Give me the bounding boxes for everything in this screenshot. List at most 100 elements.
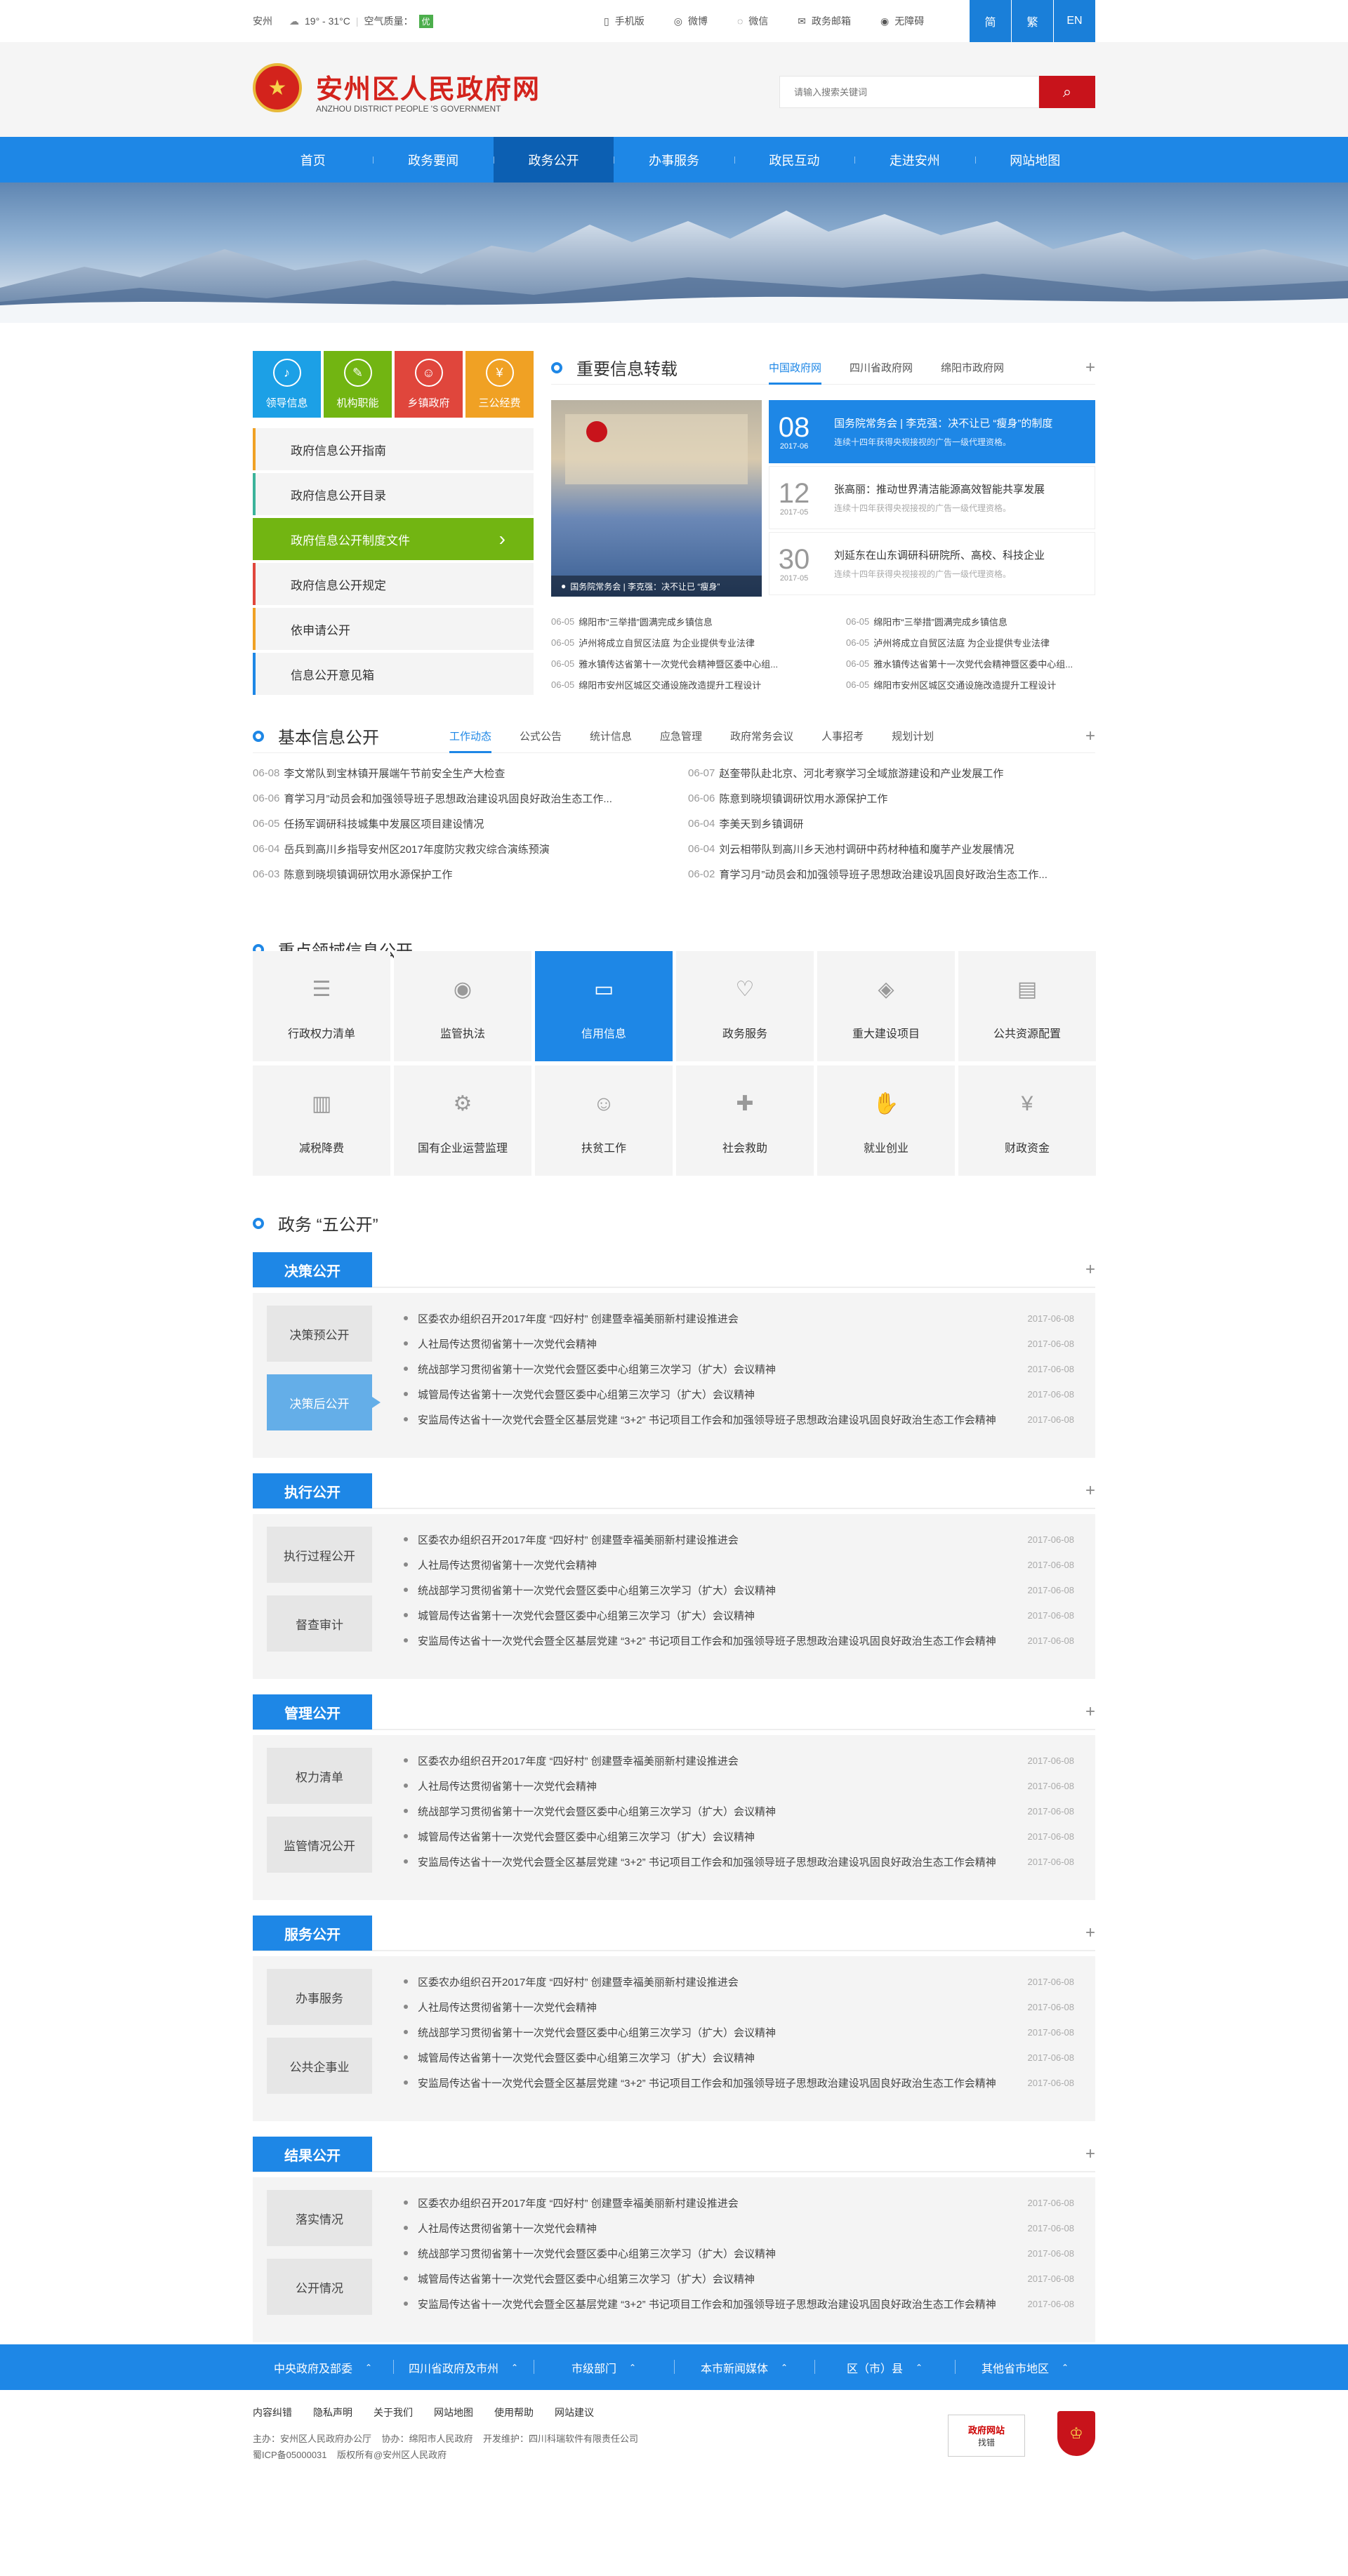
- gov-mail-link[interactable]: ✉ 政务邮箱: [798, 14, 851, 28]
- block-title[interactable]: 执行公开: [253, 1473, 372, 1508]
- news-item[interactable]: 06-07 赵奎带队赴北京、河北考察学习全域旅游建设和产业发展工作: [688, 760, 1095, 785]
- footer-nav-item-4[interactable]: 区（市）县 ⌃: [814, 2344, 955, 2390]
- block-sub-tab[interactable]: 决策预公开: [267, 1306, 372, 1362]
- key-domain-item-2[interactable]: ▭ 信用信息: [535, 951, 673, 1061]
- tab-basic-3[interactable]: 应急管理: [646, 719, 716, 753]
- gov-site-error-badge[interactable]: 政府网站 找错: [948, 2415, 1025, 2457]
- info-menu-item-4[interactable]: 依申请公开: [253, 608, 534, 650]
- list-item[interactable]: 统战部学习贯彻省第十一次党代会暨区委中心组第三次学习（扩大）会议精神 2017-0…: [404, 1577, 1074, 1602]
- icp-text[interactable]: 蜀ICP备05000031: [253, 2450, 327, 2460]
- block-sub-tab[interactable]: 公共企事业: [267, 2038, 372, 2094]
- news-photo[interactable]: ● 国务院常务会 | 李克强：决不让已 “瘦身”: [551, 400, 762, 597]
- news-item[interactable]: 06-05 绵阳市安州区城区交通设施改造提升工程设计: [551, 674, 846, 695]
- info-menu-item-5[interactable]: 信息公开意见箱: [253, 653, 534, 695]
- nav-item-1[interactable]: 政务要闻: [373, 137, 493, 182]
- nav-item-4[interactable]: 政民互动: [734, 137, 854, 182]
- news-item[interactable]: 06-05 雅水镇传达省第十一次党代会精神暨区委中心组...: [846, 653, 1095, 674]
- more-plus-icon[interactable]: +: [1085, 2144, 1095, 2164]
- key-domain-item-1[interactable]: ◉ 监管执法: [394, 951, 531, 1061]
- key-domain-item-3[interactable]: ♡ 政务服务: [676, 951, 814, 1061]
- list-item[interactable]: 安监局传达省十一次党代会暨全区基层党建 “3+2” 书记项目工作会和加强领导班子…: [404, 2291, 1074, 2316]
- key-domain-item-8[interactable]: ☺ 扶贫工作: [535, 1065, 673, 1176]
- info-menu-item-2[interactable]: 政府信息公开制度文件: [253, 518, 534, 560]
- accessibility-link[interactable]: ◉ 无障碍: [880, 14, 924, 28]
- key-domain-item-5[interactable]: ▤ 公共资源配置: [958, 951, 1096, 1061]
- news-item[interactable]: 06-05 雅水镇传达省第十一次党代会精神暨区委中心组...: [551, 653, 846, 674]
- footer-nav-item-1[interactable]: 四川省政府及市州 ⌃: [393, 2344, 534, 2390]
- news-item[interactable]: 06-05 绵阳市“三举措”圆满完成乡镇信息: [846, 611, 1095, 632]
- tab-basic-4[interactable]: 政府常务会议: [716, 719, 807, 753]
- more-plus-icon[interactable]: +: [1085, 358, 1095, 378]
- more-plus-icon[interactable]: +: [1085, 1702, 1095, 1722]
- featured-news-item[interactable]: 30 2017-05 刘延东在山东调研科研院所、高校、科技企业 连续十四年获得央视接视…: [769, 532, 1095, 595]
- list-item[interactable]: 安监局传达省十一次党代会暨全区基层党建 “3+2” 书记项目工作会和加强领导班子…: [404, 1628, 1074, 1653]
- tab-basic-1[interactable]: 公式公告: [505, 719, 576, 753]
- list-item[interactable]: 人社局传达贯彻省第十一次党代会精神 2017-06-08: [404, 1552, 1074, 1577]
- footer-link-3[interactable]: 网站地图: [434, 2405, 473, 2419]
- tab-basic-2[interactable]: 统计信息: [576, 719, 646, 753]
- footer-link-1[interactable]: 隐私声明: [313, 2405, 352, 2419]
- footer-link-0[interactable]: 内容纠错: [253, 2405, 292, 2419]
- list-item[interactable]: 统战部学习贯彻省第十一次党代会暨区委中心组第三次学习（扩大）会议精神 2017-0…: [404, 1356, 1074, 1381]
- site-name[interactable]: 安州区人民政府网: [316, 67, 541, 106]
- block-sub-tab[interactable]: 办事服务: [267, 1969, 372, 2025]
- list-item[interactable]: 城管局传达省第十一次党代会暨区委中心组第三次学习（扩大）会议精神 2017-06-…: [404, 2045, 1074, 2070]
- footer-nav-item-5[interactable]: 其他省市地区 ⌃: [955, 2344, 1095, 2390]
- nav-item-3[interactable]: 办事服务: [614, 137, 734, 182]
- key-domain-item-11[interactable]: ¥ 财政资金: [958, 1065, 1096, 1176]
- more-plus-icon[interactable]: +: [1085, 1923, 1095, 1943]
- news-item[interactable]: 06-05 泸州将成立自贸区法庭 为企业提供专业法律: [551, 632, 846, 653]
- news-item[interactable]: 06-05 绵阳市安州区城区交通设施改造提升工程设计: [846, 674, 1095, 695]
- tab-basic-6[interactable]: 规划计划: [878, 719, 948, 753]
- key-domain-item-10[interactable]: ✋ 就业创业: [817, 1065, 955, 1176]
- footer-link-2[interactable]: 关于我们: [374, 2405, 413, 2419]
- nav-item-2[interactable]: 政务公开: [493, 137, 614, 182]
- party-gov-badge[interactable]: ♔: [1057, 2411, 1095, 2456]
- list-item[interactable]: 城管局传达省第十一次党代会暨区委中心组第三次学习（扩大）会议精神 2017-06-…: [404, 1824, 1074, 1849]
- more-plus-icon[interactable]: +: [1085, 726, 1095, 746]
- footer-link-5[interactable]: 网站建议: [555, 2405, 594, 2419]
- list-item[interactable]: 安监局传达省十一次党代会暨全区基层党建 “3+2” 书记项目工作会和加强领导班子…: [404, 1849, 1074, 1874]
- quick-link-3[interactable]: ¥ 三公经费: [465, 351, 534, 418]
- tab-important-2[interactable]: 绵阳市政府网: [927, 351, 1018, 385]
- mobile-link[interactable]: ▯ 手机版: [604, 14, 645, 28]
- list-item[interactable]: 人社局传达贯彻省第十一次党代会精神 2017-06-08: [404, 1773, 1074, 1798]
- tab-important-0[interactable]: 中国政府网: [755, 351, 835, 385]
- lang-simplified[interactable]: 简: [970, 0, 1011, 42]
- nav-item-0[interactable]: 首页: [253, 137, 373, 182]
- block-sub-tab[interactable]: 监管情况公开: [267, 1817, 372, 1873]
- news-item[interactable]: 06-05 绵阳市“三举措”圆满完成乡镇信息: [551, 611, 846, 632]
- info-menu-item-3[interactable]: 政府信息公开规定: [253, 563, 534, 605]
- key-domain-item-0[interactable]: ☰ 行政权力清单: [253, 951, 390, 1061]
- list-item[interactable]: 区委农办组织召开2017年度 “四好村” 创建暨幸福美丽新村建设推进会 2017-…: [404, 1748, 1074, 1773]
- quick-link-2[interactable]: ☺ 乡镇政府: [395, 351, 463, 418]
- list-item[interactable]: 区委农办组织召开2017年度 “四好村” 创建暨幸福美丽新村建设推进会 2017-…: [404, 1306, 1074, 1331]
- lang-traditional[interactable]: 繁: [1012, 0, 1053, 42]
- tab-basic-0[interactable]: 工作动态: [435, 719, 505, 753]
- nav-item-6[interactable]: 网站地图: [974, 137, 1095, 182]
- block-title[interactable]: 管理公开: [253, 1694, 372, 1729]
- block-title[interactable]: 决策公开: [253, 1252, 372, 1287]
- weibo-link[interactable]: ◎ 微博: [674, 14, 708, 28]
- news-item[interactable]: 06-02 育学习月”动员会和加强领导班子思想政治建设巩固良好政治生态工作...: [688, 861, 1095, 887]
- block-sub-tab[interactable]: 落实情况: [267, 2190, 372, 2246]
- list-item[interactable]: 区委农办组织召开2017年度 “四好村” 创建暨幸福美丽新村建设推进会 2017-…: [404, 1527, 1074, 1552]
- list-item[interactable]: 人社局传达贯彻省第十一次党代会精神 2017-06-08: [404, 1331, 1074, 1356]
- list-item[interactable]: 统战部学习贯彻省第十一次党代会暨区委中心组第三次学习（扩大）会议精神 2017-0…: [404, 1798, 1074, 1824]
- quick-link-0[interactable]: ♪ 领导信息: [253, 351, 321, 418]
- list-item[interactable]: 统战部学习贯彻省第十一次党代会暨区委中心组第三次学习（扩大）会议精神 2017-0…: [404, 2240, 1074, 2266]
- national-emblem-logo[interactable]: ★: [253, 63, 302, 112]
- news-item[interactable]: 06-06 陈意到晓坝镇调研饮用水源保护工作: [688, 785, 1095, 811]
- nav-item-5[interactable]: 走进安州: [854, 137, 974, 182]
- info-menu-item-1[interactable]: 政府信息公开目录: [253, 473, 534, 515]
- news-item[interactable]: 06-04 岳兵到高川乡指导安州区2017年度防灾救灾综合演练预演: [253, 836, 688, 861]
- lang-english[interactable]: EN: [1054, 0, 1095, 42]
- quick-link-1[interactable]: ✎ 机构职能: [324, 351, 392, 418]
- block-title[interactable]: 结果公开: [253, 2137, 372, 2172]
- block-sub-tab[interactable]: 督查审计: [267, 1595, 372, 1652]
- footer-link-4[interactable]: 使用帮助: [494, 2405, 534, 2419]
- tab-basic-5[interactable]: 人事招考: [807, 719, 878, 753]
- wechat-link[interactable]: ◌ 微信: [737, 14, 768, 28]
- info-menu-item-0[interactable]: 政府信息公开指南: [253, 428, 534, 470]
- block-sub-tab[interactable]: 执行过程公开: [267, 1527, 372, 1583]
